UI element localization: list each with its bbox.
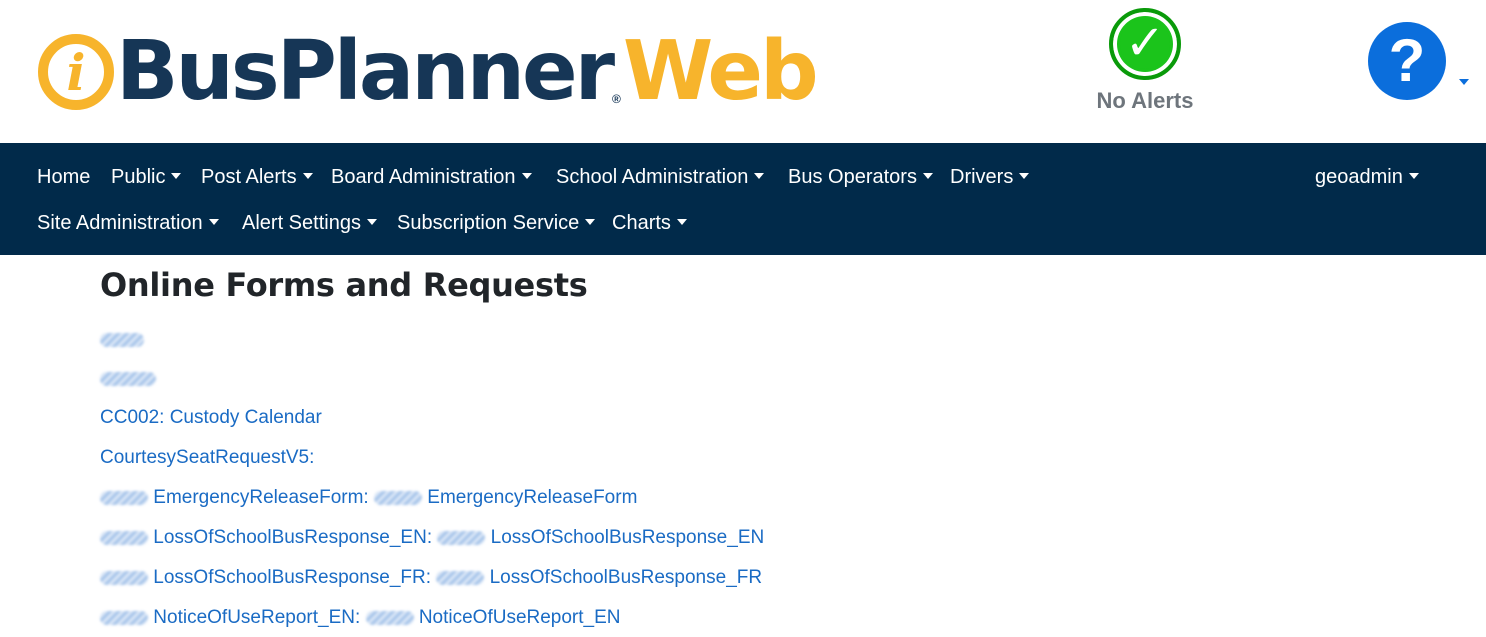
logo-i-badge-icon: i [38,34,114,110]
redacted-text [436,570,485,585]
logo-registered-mark: ® [612,92,621,106]
list-item: LossOfSchoolBusResponse_EN: LossOfSchool… [100,525,764,551]
logo-text-web: Web [622,24,819,119]
nav-drivers[interactable]: Drivers [950,162,1030,192]
busplanner-logo[interactable]: i Bus Planner ® Web [38,22,819,122]
logo-text-bus: Bus [116,24,280,119]
nav-user-menu[interactable]: geoadmin [1315,162,1419,192]
alert-status-label: No Alerts [1096,88,1194,113]
nav-post-alerts[interactable]: Post Alerts [201,162,313,192]
nav-drivers-label: Drivers [950,166,1014,188]
form-link-courtesy-seat-request[interactable]: CourtesySeatRequestV5: [100,447,314,468]
main-navbar: Home Public Post Alerts Board Administra… [0,143,1486,255]
list-item: NoticeOfUseReport_EN: NoticeOfUseReport_… [100,605,621,631]
help-dropdown-caret-icon[interactable] [1459,79,1469,85]
form-link-loss-of-bus-fr-b[interactable]: LossOfSchoolBusResponse_FR [490,567,762,588]
nav-alert-settings-label: Alert Settings [242,212,361,234]
list-item[interactable] [100,366,156,392]
chevron-down-icon [366,219,377,225]
chevron-down-icon [754,173,765,179]
alert-status[interactable]: ✓ No Alerts [1090,8,1200,114]
nav-charts-label: Charts [612,212,671,234]
redacted-text [100,570,148,585]
page-title: Online Forms and Requests [100,266,588,304]
list-item: LossOfSchoolBusResponse_FR: LossOfSchool… [100,565,762,591]
form-link-custody-calendar[interactable]: CC002: Custody Calendar [100,407,322,428]
chevron-down-icon [585,219,596,225]
form-link-emergency-release-a[interactable]: EmergencyReleaseForm: [153,487,368,508]
nav-charts[interactable]: Charts [612,208,687,238]
nav-board-administration-label: Board Administration [331,166,516,188]
redacted-text [100,371,156,386]
list-item: CC002: Custody Calendar [100,405,322,431]
form-link-loss-of-bus-en-a[interactable]: LossOfSchoolBusResponse_EN: [153,527,432,548]
redacted-text [100,490,148,505]
nav-subscription-service-label: Subscription Service [397,212,580,234]
nav-board-administration[interactable]: Board Administration [331,162,532,192]
nav-home-label: Home [37,166,91,188]
nav-bus-operators-label: Bus Operators [788,166,917,188]
chevron-down-icon [171,173,182,179]
chevron-down-icon [676,219,687,225]
nav-subscription-service[interactable]: Subscription Service [397,208,596,238]
check-circle-icon: ✓ [1109,8,1181,80]
chevron-down-icon [302,173,313,179]
nav-alert-settings[interactable]: Alert Settings [242,208,377,238]
chevron-down-icon [922,173,933,179]
nav-public[interactable]: Public [111,162,182,192]
nav-site-administration[interactable]: Site Administration [37,208,219,238]
chevron-down-icon [1408,173,1419,179]
form-link-loss-of-bus-fr-a[interactable]: LossOfSchoolBusResponse_FR: [153,567,431,588]
list-item[interactable] [100,327,144,353]
nav-user-label: geoadmin [1315,166,1403,188]
form-link-notice-of-use-a[interactable]: NoticeOfUseReport_EN: [153,607,360,628]
chevron-down-icon [1019,173,1030,179]
nav-school-administration[interactable]: School Administration [556,162,765,192]
form-link-emergency-release-b[interactable]: EmergencyReleaseForm [427,487,637,508]
redacted-text [373,490,422,505]
logo-text-planner: Planner [276,24,615,119]
header: i Bus Planner ® Web ✓ No Alerts ? [0,0,1486,143]
redacted-text [100,530,148,545]
redacted-text [365,610,414,625]
nav-site-administration-label: Site Administration [37,212,203,234]
nav-school-administration-label: School Administration [556,166,749,188]
list-item: EmergencyReleaseForm: EmergencyReleaseFo… [100,485,637,511]
chevron-down-icon [521,173,532,179]
nav-bus-operators[interactable]: Bus Operators [788,162,933,192]
question-circle-icon[interactable]: ? [1368,22,1446,100]
redacted-text [100,332,144,347]
nav-home[interactable]: Home [37,162,90,192]
nav-public-label: Public [111,166,166,188]
list-item: CourtesySeatRequestV5: [100,445,314,471]
redacted-text [100,610,148,625]
redacted-text [437,530,486,545]
nav-post-alerts-label: Post Alerts [201,166,297,188]
form-link-loss-of-bus-en-b[interactable]: LossOfSchoolBusResponse_EN [491,527,765,548]
form-link-notice-of-use-b[interactable]: NoticeOfUseReport_EN [419,607,621,628]
chevron-down-icon [208,219,219,225]
